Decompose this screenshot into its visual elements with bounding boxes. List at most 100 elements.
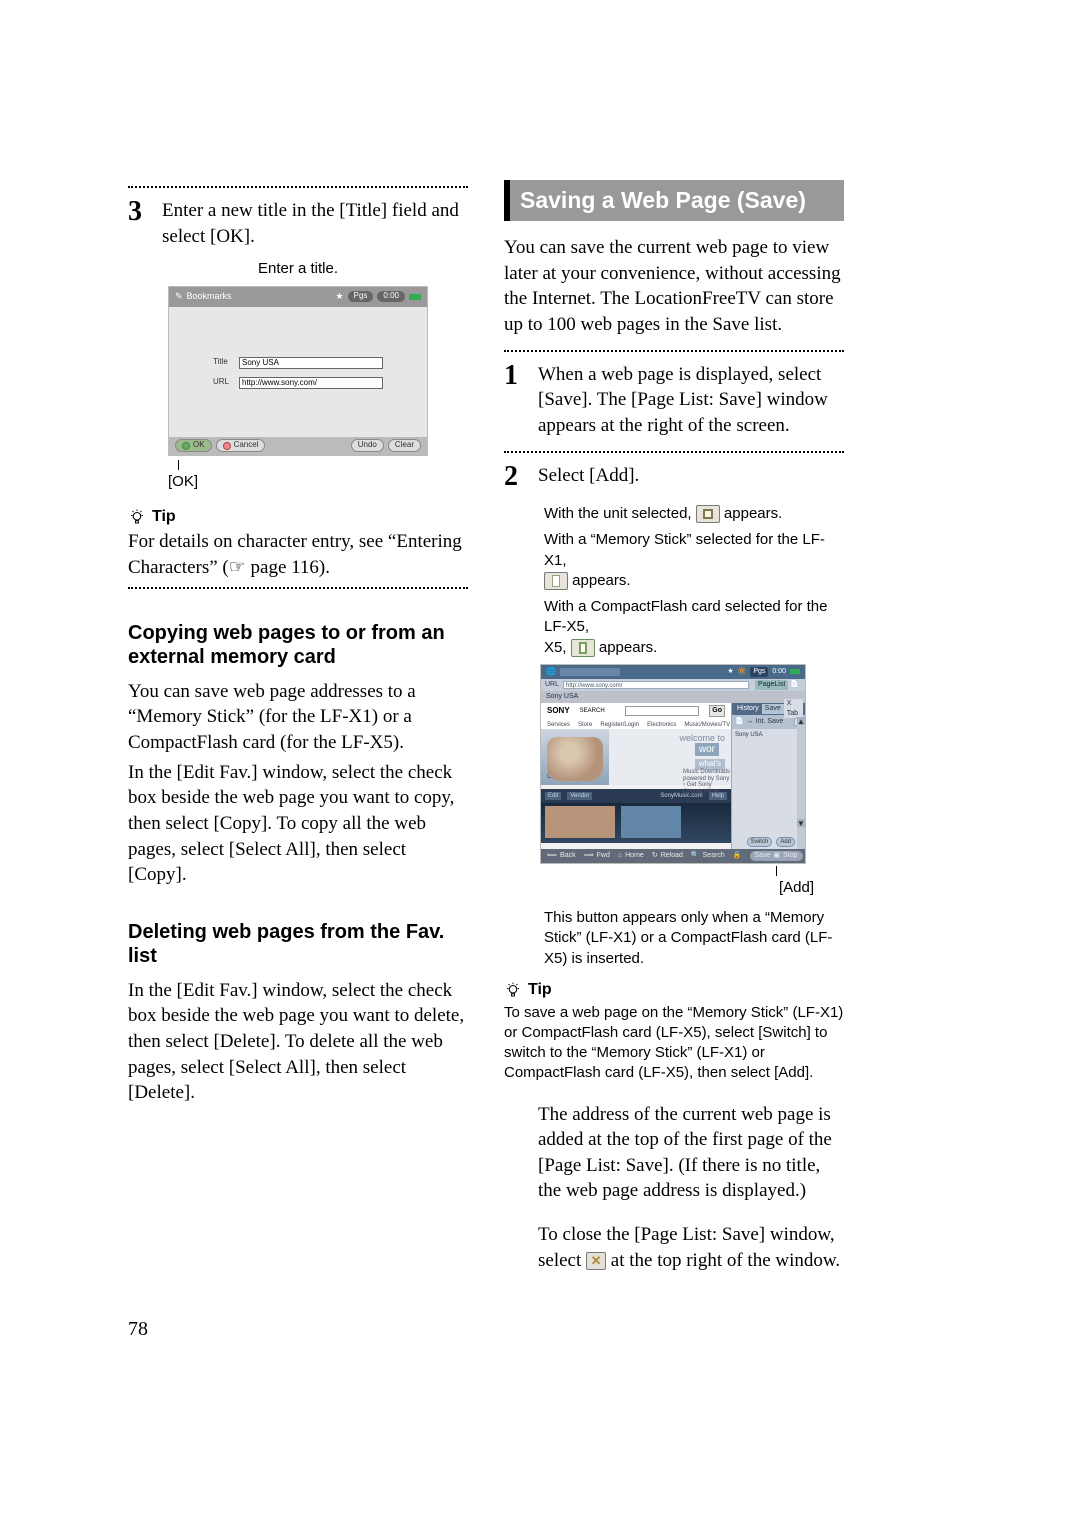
icon-line-3b: appears. (599, 639, 657, 656)
tip-heading: Tip (504, 979, 844, 1001)
search-button[interactable]: Search (703, 851, 725, 860)
go-button[interactable]: Go (709, 705, 725, 716)
icon-line-1b: appears. (724, 505, 782, 522)
result-paragraph: The address of the current web page is a… (538, 1102, 844, 1205)
close-paragraph: To close the [Page List: Save] window, s… (538, 1222, 844, 1273)
icon-line-3a: With a CompactFlash card selected for th… (544, 598, 827, 635)
lightbulb-icon (504, 981, 522, 999)
step-number: 3 (128, 198, 148, 249)
add-button[interactable]: Add (776, 837, 795, 847)
stop-button[interactable]: Stop (783, 851, 797, 860)
site-menu: Services Store Register/Login Electronic… (541, 719, 731, 729)
unit-storage-icon (696, 505, 720, 523)
callout-line (776, 866, 844, 876)
home-button[interactable]: Home (625, 851, 644, 860)
reload-button[interactable]: Reload (661, 851, 683, 860)
ok-button[interactable]: OK (175, 439, 212, 452)
edit-fav-dialog: ✎ Bookmarks ★ Pgs 0:00 Title URL O (168, 286, 428, 456)
dialog-form: Title URL (213, 357, 383, 397)
pagelist-label: PageList (755, 680, 788, 689)
dialog-header-label: Bookmarks (187, 290, 232, 302)
back-button[interactable]: Back (560, 851, 576, 860)
delete-paragraph: In the [Edit Fav.] window, select the ch… (128, 978, 468, 1106)
right-column: Saving a Web Page (Save) You can save th… (504, 180, 844, 1277)
switch-button[interactable]: Switch (747, 837, 773, 847)
url-input[interactable] (239, 377, 383, 389)
step-body: Select [Add]. (538, 463, 844, 489)
subheading-deleting: Deleting web pages from the Fav. list (128, 920, 468, 968)
tip-label: Tip (152, 506, 176, 528)
url-label: URL (545, 680, 559, 689)
doc-icon: 📄 (790, 680, 799, 689)
history-tab[interactable]: History (734, 704, 762, 713)
site-menu-item[interactable]: Electronics (647, 721, 676, 727)
undo-button[interactable]: Undo (351, 439, 384, 452)
site-menu-item[interactable]: Music/Movies/TV (684, 721, 730, 727)
search-input[interactable] (625, 706, 700, 716)
switch-storage-label: ↔ Int. Save (747, 717, 784, 726)
search-label: SEARCH (580, 707, 605, 715)
tip-label: Tip (528, 979, 552, 1001)
browser-bottom-toolbar: ⟸Back ⟹Fwd ⌂Home ↻Reload 🔍Search 🔒 Save▣… (541, 849, 805, 863)
music-download-text: Music Downloads powered by Sony › Get So… (683, 769, 731, 795)
url-label: URL (213, 377, 235, 388)
add-note: This button appears only when a “Memory … (544, 908, 844, 969)
callout-line (178, 460, 468, 470)
icon-line-2a: With a “Memory Stick” selected for the L… (544, 531, 825, 568)
site-menu-item[interactable]: Register/Login (600, 721, 639, 727)
cancel-button[interactable]: Cancel (216, 439, 266, 452)
forward-button[interactable]: Fwd (597, 851, 610, 860)
compactflash-storage-icon (571, 639, 595, 657)
copy-paragraph-1: You can save web page addresses to a “Me… (128, 679, 468, 756)
pagelist-item[interactable]: Sony USA (732, 729, 805, 741)
close-tab[interactable]: X Tab (784, 699, 803, 718)
dialog-header: ✎ Bookmarks ★ Pgs 0:00 (169, 287, 427, 307)
tip-text: To save a web page on the “Memory Stick”… (504, 1003, 844, 1084)
pagelist-panel: History Save X Tab 📄 ↔ Int. Save × Sony … (731, 703, 805, 849)
step-3: 3 Enter a new title in the [Title] field… (128, 198, 468, 249)
time-chip: 0:00 (377, 291, 405, 302)
url-value[interactable]: http://www.sony.com/ (563, 681, 749, 689)
tip-heading: Tip (128, 506, 468, 528)
step-number: 2 (504, 463, 524, 493)
divider (504, 350, 844, 352)
figure-caption-top: Enter a title. (128, 259, 468, 279)
step-body: Enter a new title in the [Title] field a… (162, 198, 468, 249)
copy-paragraph-2: In the [Edit Fav.] window, select the ch… (128, 760, 468, 888)
browser-url-bar: URL http://www.sony.com/ PageList 📄 (541, 679, 805, 691)
site-menu-item[interactable]: Services (547, 721, 570, 727)
tab-pill (560, 668, 620, 676)
close-icon: ✕ (586, 1252, 606, 1270)
ok-callout: [OK] (168, 472, 468, 492)
step-1: 1 When a web page is displayed, select [… (504, 362, 844, 439)
save-tab[interactable]: Save (762, 704, 784, 713)
icon-line-2b: appears. (572, 572, 630, 589)
pgs-chip: Pgs (348, 291, 374, 302)
subheading-copying: Copying web pages to or from an external… (128, 621, 468, 669)
browser-titlebar: 🌐 ★🔆Pgs0:00 (541, 665, 805, 679)
step-2: 2 Select [Add]. (504, 463, 844, 493)
sony-logo: SONY (547, 706, 570, 717)
section-intro: You can save the current web page to vie… (504, 235, 844, 338)
tool-icon: ✎ (175, 290, 183, 302)
connect-badge: CONNECT (547, 773, 584, 781)
scrollbar[interactable]: ▲▼ (797, 717, 805, 849)
title-input[interactable] (239, 357, 383, 369)
clear-button[interactable]: Clear (388, 439, 421, 452)
icon-line-1a: With the unit selected, (544, 505, 696, 522)
divider (504, 451, 844, 453)
battery-icon (409, 294, 421, 300)
divider (128, 587, 468, 589)
icon-note-block: With the unit selected, appears. With a … (544, 504, 844, 658)
web-icon: 🌐 (546, 667, 556, 678)
dialog-footer: OK Cancel Undo Clear (169, 437, 427, 455)
page-content: 3 Enter a new title in the [Title] field… (128, 180, 844, 1277)
browser-tab[interactable]: Sony USA (541, 691, 805, 703)
add-callout: [Add] (504, 878, 814, 898)
site-menu-item[interactable]: Store (578, 721, 592, 727)
left-column: 3 Enter a new title in the [Title] field… (128, 180, 468, 1277)
lightbulb-icon (128, 508, 146, 526)
world-text: wor (695, 743, 719, 757)
hero-banner: CONNECT welcome to wor what's Music Down… (541, 729, 731, 785)
save-button[interactable]: Save (755, 851, 771, 860)
